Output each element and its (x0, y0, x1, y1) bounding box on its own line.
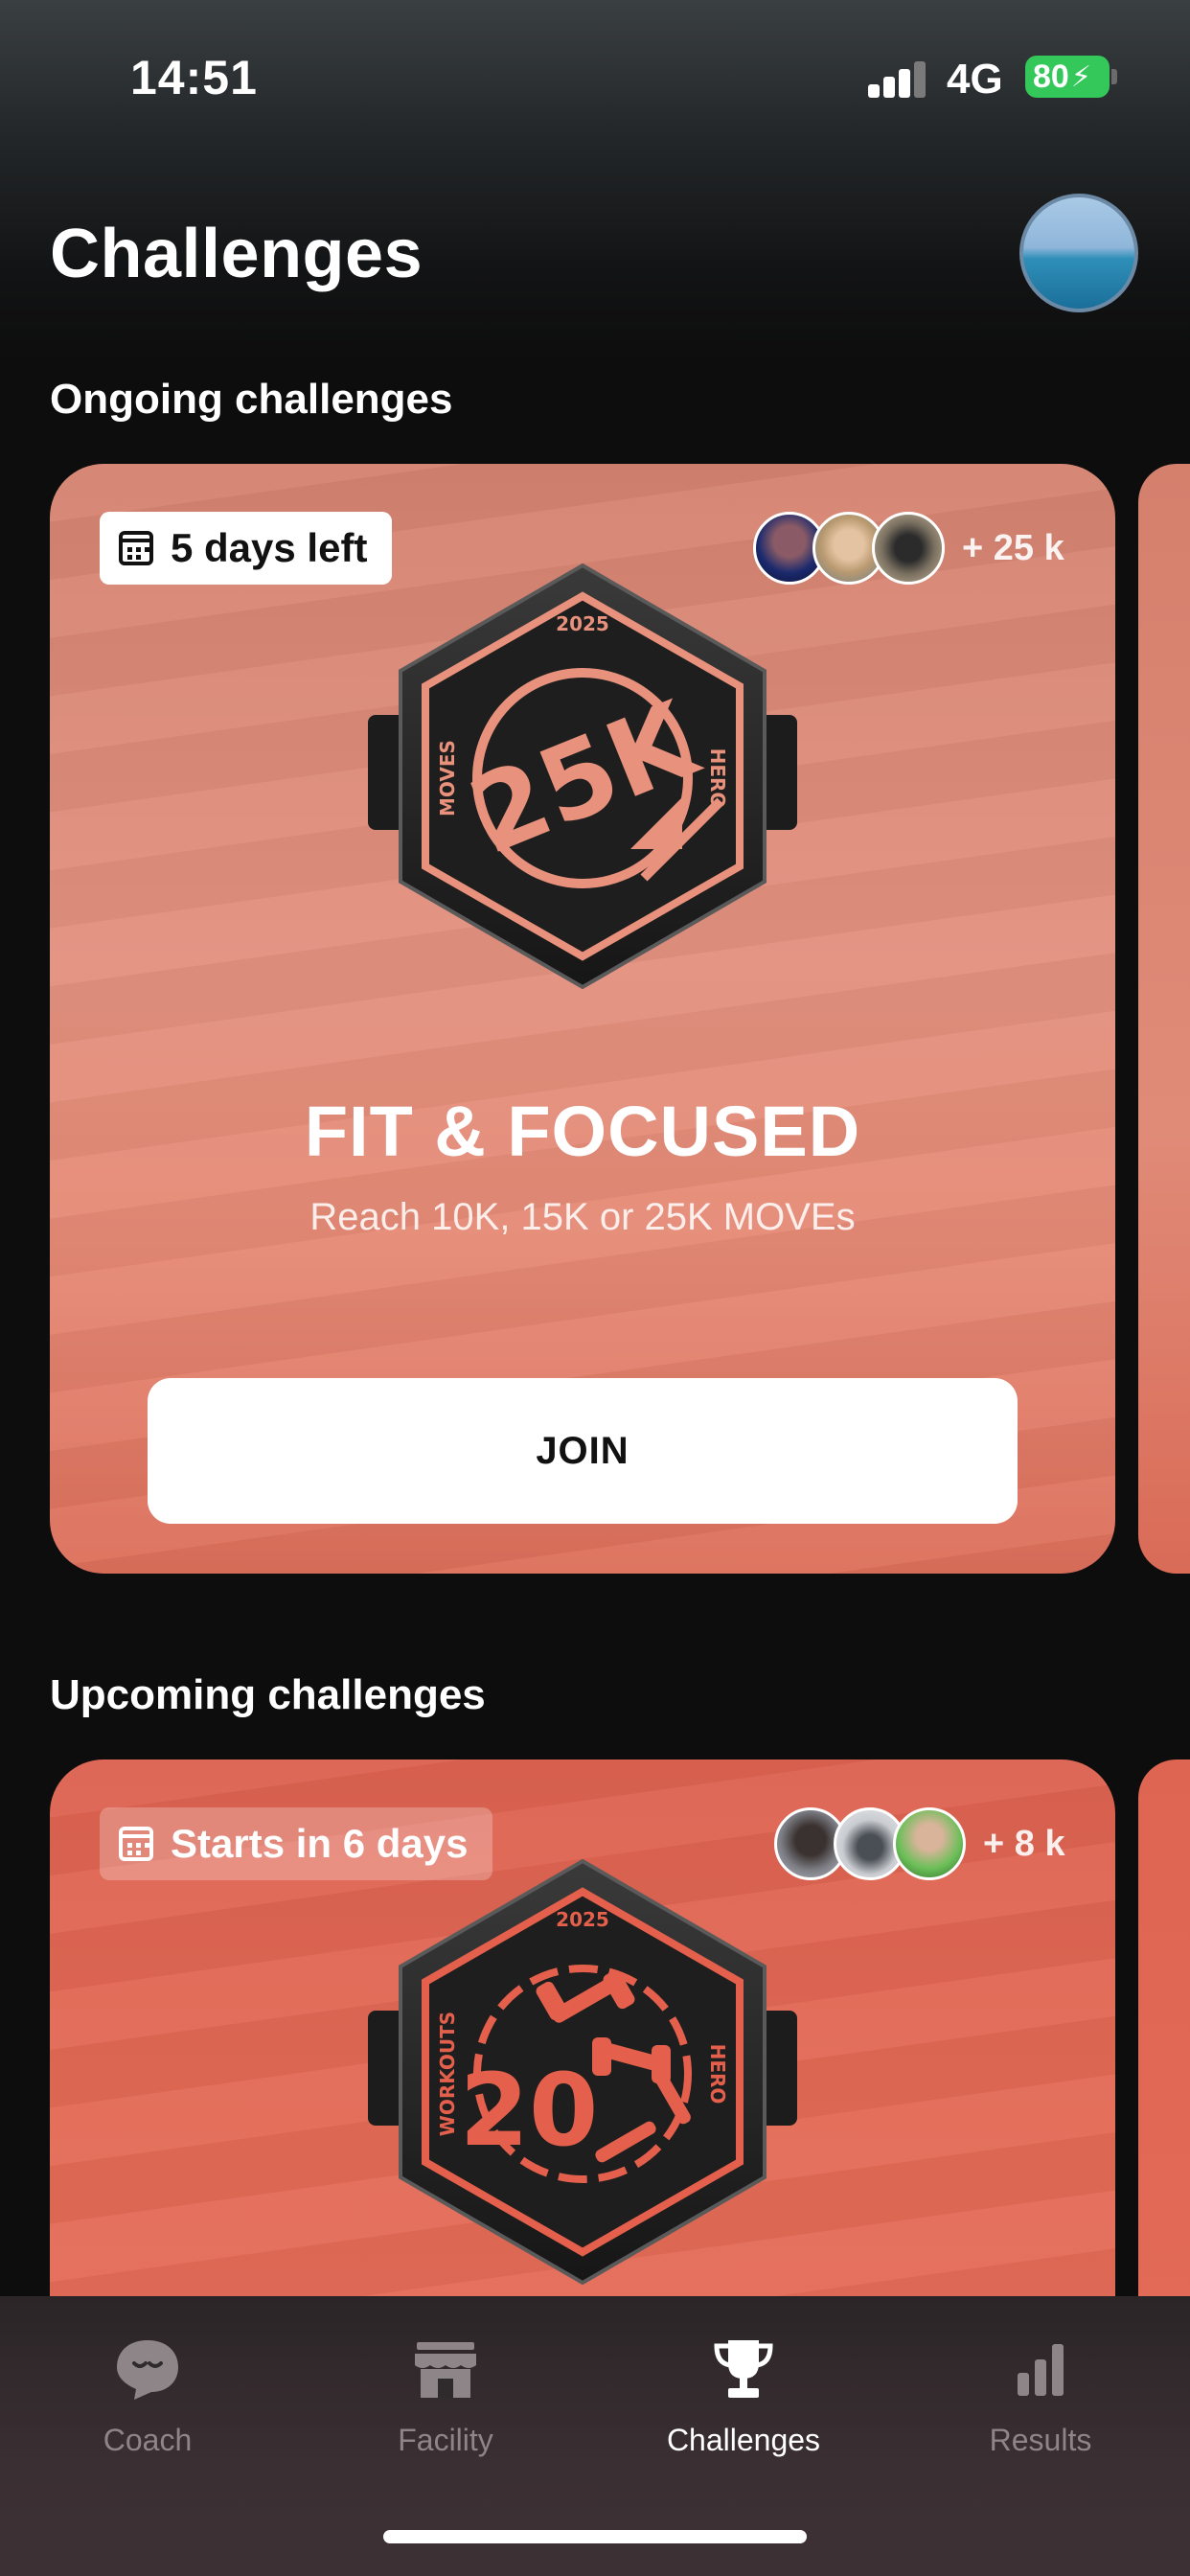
badge-right-text: HERO (706, 748, 729, 809)
time-remaining-badge: 5 days left (100, 512, 393, 585)
trophy-icon (714, 2340, 773, 2398)
battery-level: 80 (1033, 58, 1069, 95)
calendar-icon (119, 531, 153, 565)
status-time: 14:51 (130, 51, 258, 104)
badge-left-text: WORKOUTS (436, 2012, 459, 2136)
challenge-name: FIT & FOCUSED (304, 1092, 861, 1171)
tab-label: Results (989, 2423, 1092, 2457)
upcoming-section-title: Upcoming challenges (50, 1671, 486, 1718)
network-label: 4G (947, 56, 1003, 103)
page-title: Challenges (50, 216, 423, 292)
time-remaining-label: 5 days left (171, 525, 368, 570)
badge-left-text: MOVES (436, 740, 459, 816)
participants-count: + 8 k (983, 1823, 1065, 1864)
signal-icon (868, 59, 929, 98)
calendar-icon (119, 1827, 153, 1861)
tab-challenges[interactable]: Challenges (629, 2334, 858, 2478)
storefront-icon (415, 2342, 476, 2398)
tab-label: Facility (398, 2423, 493, 2457)
tab-label: Challenges (666, 2423, 821, 2457)
bar-chart-icon (1018, 2344, 1064, 2396)
participants-group: + 8 k (774, 1807, 1065, 1880)
status-bar: 14:51 4G 80 ⚡ (0, 0, 1190, 153)
battery-icon: 80 ⚡ (1025, 56, 1110, 98)
chat-bubble-icon (117, 2340, 178, 2400)
battery-cap (1111, 69, 1117, 84)
badge-year: 2025 (556, 1908, 609, 1931)
next-challenge-card-peek[interactable] (1138, 464, 1190, 1574)
tab-label: Coach (103, 2423, 193, 2457)
participants-count: + 25 k (962, 527, 1064, 568)
ongoing-challenge-card[interactable]: 5 days left + 25 k 2025 25K MOVES HERO F… (50, 464, 1115, 1574)
participant-avatar (872, 512, 945, 585)
challenge-description: Reach 10K, 15K or 25K MOVEs (309, 1196, 856, 1238)
ongoing-section-title: Ongoing challenges (50, 376, 453, 423)
profile-avatar[interactable] (1019, 194, 1138, 312)
home-indicator (383, 2530, 807, 2543)
badge-year: 2025 (556, 612, 609, 635)
workouts-hero-badge: 20 2025 WORKOUTS HERO (368, 1858, 797, 2286)
join-button[interactable]: JOIN (148, 1378, 1018, 1524)
moves-hero-badge: 2025 25K MOVES HERO (368, 563, 797, 990)
participant-avatar (893, 1807, 966, 1880)
tab-results[interactable]: Results (926, 2334, 1156, 2478)
tab-facility[interactable]: Facility (331, 2334, 561, 2478)
badge-center: 20 (460, 2052, 599, 2169)
badge-right-text: HERO (706, 2044, 729, 2104)
participants-group: + 25 k (753, 512, 1064, 585)
tab-coach[interactable]: Coach (33, 2334, 263, 2478)
